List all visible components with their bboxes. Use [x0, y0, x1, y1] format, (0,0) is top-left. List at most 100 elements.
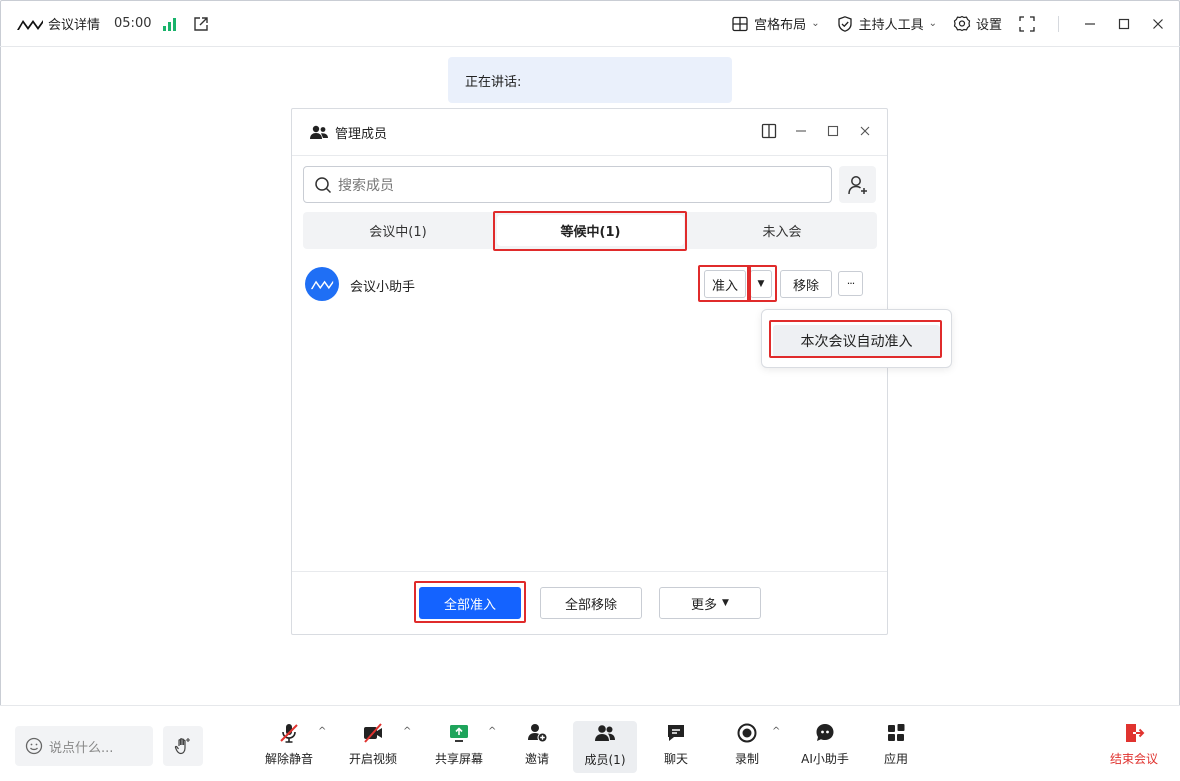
member-search-input[interactable]: 搜索成员: [303, 166, 832, 203]
chevron-up-icon[interactable]: ^: [318, 726, 326, 737]
grid-layout-icon: [732, 16, 748, 31]
emoji-icon: [25, 737, 43, 755]
exit-icon: [1125, 724, 1145, 742]
remove-button[interactable]: 移除: [780, 270, 832, 298]
invite-button[interactable]: 邀请: [517, 720, 557, 774]
assistant-logo-icon: [310, 280, 334, 290]
apps-button[interactable]: 应用: [876, 720, 916, 774]
avatar: [305, 267, 339, 301]
tab-waiting[interactable]: 等候中(1): [497, 215, 684, 246]
tool-label: 聊天: [663, 752, 688, 766]
minimize-icon: [1085, 22, 1095, 25]
gear-icon: [953, 15, 971, 31]
host-tools-button[interactable]: 主持人工具 ⌄: [836, 14, 937, 33]
share-screen-button[interactable]: 共享屏幕: [431, 720, 487, 774]
share-screen-icon: [450, 725, 468, 742]
close-window-button[interactable]: [1150, 16, 1166, 32]
meeting-toolbar: 说点什么... 解除静音 ^ 开启视频 ^ 共享屏幕 ^ 邀请 成员(1) 聊天…: [0, 705, 1180, 781]
tool-label: AI小助手: [801, 752, 849, 766]
settings-button[interactable]: 设置: [953, 14, 1002, 33]
layout-button[interactable]: 宫格布局 ⌄: [731, 14, 820, 33]
ai-assistant-icon: [816, 724, 834, 741]
host-tools-label: 主持人工具: [858, 18, 924, 33]
tool-label: 录制: [734, 752, 759, 766]
search-placeholder: 搜索成员: [338, 177, 394, 194]
caret-down-icon: ▼: [757, 279, 765, 289]
members-icon: [595, 725, 615, 741]
member-status-tabs: 会议中(1) 等候中(1) 未入会: [303, 212, 877, 249]
tab-not-joined[interactable]: 未入会: [687, 212, 877, 249]
end-meeting-label: 结束会议: [1109, 752, 1158, 766]
split-panel-icon[interactable]: [761, 123, 777, 139]
chevron-up-icon[interactable]: ^: [488, 726, 496, 737]
layout-label: 宫格布局: [754, 18, 807, 33]
minimize-icon[interactable]: [793, 123, 809, 139]
remove-all-button[interactable]: 全部移除: [540, 587, 642, 619]
tab-in-meeting[interactable]: 会议中(1): [303, 212, 493, 249]
list-item: 会议小助手 准入 ▼ 移除 ···: [303, 264, 877, 304]
title-bar: 会议详情 05:00 宫格布局 ⌄ 主持人工具 ⌄ 设置: [0, 0, 1180, 47]
chat-icon: [668, 725, 684, 741]
tool-label: 应用: [883, 752, 908, 766]
search-icon: [315, 176, 332, 193]
caret-down-icon: ▼: [722, 598, 729, 608]
meeting-details-link[interactable]: 会议详情: [48, 14, 100, 33]
apps-icon: [888, 724, 905, 741]
invite-icon: [528, 724, 547, 742]
more-button[interactable]: 更多 ▼: [659, 587, 761, 619]
dialog-controls: [761, 123, 873, 139]
maximize-window-button[interactable]: [1116, 16, 1132, 32]
settings-label: 设置: [975, 18, 1002, 33]
fullscreen-icon: [1019, 15, 1035, 32]
tool-label: 成员(1): [584, 753, 626, 767]
raise-hand-icon: [174, 738, 190, 755]
add-user-icon: [847, 175, 867, 194]
tool-label: 开启视频: [348, 752, 397, 766]
admit-all-button[interactable]: 全部准入: [419, 587, 521, 619]
end-meeting-button[interactable]: 结束会议: [1110, 720, 1158, 767]
auto-admit-menu-item[interactable]: 本次会议自动准入: [773, 325, 940, 357]
raise-hand-button[interactable]: [163, 726, 203, 766]
active-speaker-label: 正在讲话:: [465, 74, 522, 90]
shield-check-icon: [837, 15, 852, 32]
quick-chat-input[interactable]: 说点什么...: [15, 726, 153, 766]
close-icon[interactable]: [857, 123, 873, 139]
close-icon: [1153, 18, 1163, 29]
maximize-icon[interactable]: [825, 123, 841, 139]
signal-strength-icon: [163, 17, 179, 31]
unmute-button[interactable]: 解除静音: [263, 720, 315, 774]
chat-button[interactable]: 聊天: [656, 720, 696, 774]
members-icon: [310, 125, 328, 139]
tool-label: 解除静音: [264, 752, 313, 766]
fullscreen-button[interactable]: [1018, 15, 1036, 33]
chevron-up-icon[interactable]: ^: [772, 726, 780, 737]
video-off-icon: [364, 723, 382, 743]
record-icon: [737, 723, 757, 743]
admit-options-dropdown[interactable]: ▼: [750, 270, 772, 298]
members-button[interactable]: 成员(1): [573, 721, 637, 773]
admit-options-menu: 本次会议自动准入: [761, 309, 952, 368]
dialog-divider: [292, 155, 887, 156]
member-name: 会议小助手: [350, 280, 416, 295]
record-button[interactable]: 录制: [727, 720, 767, 774]
mic-muted-icon: [280, 724, 298, 743]
app-logo-icon: [17, 19, 43, 30]
meeting-timer: 05:00: [114, 16, 152, 31]
more-button-label: 更多: [691, 597, 718, 613]
toolbar-divider: [1058, 15, 1059, 32]
chevron-up-icon[interactable]: ^: [403, 726, 411, 737]
ai-assistant-button[interactable]: AI小助手: [795, 720, 855, 774]
footer-divider: [292, 571, 887, 572]
add-member-button[interactable]: [839, 166, 876, 203]
dialog-title: 管理成员: [335, 126, 388, 142]
external-window-icon[interactable]: [193, 16, 209, 32]
more-options-button[interactable]: ···: [838, 271, 863, 296]
start-video-button[interactable]: 开启视频: [346, 720, 400, 774]
manage-members-dialog: 管理成员 搜索成员 会议中(1) 等候中(1) 未入会 会议小助手 准入 ▼ 移…: [291, 108, 888, 635]
chat-placeholder: 说点什么...: [49, 740, 114, 756]
minimize-window-button[interactable]: [1082, 16, 1098, 32]
tool-label: 邀请: [524, 752, 549, 766]
admit-button[interactable]: 准入: [704, 270, 746, 298]
active-speaker-banner: 正在讲话:: [448, 57, 732, 103]
maximize-icon: [1118, 18, 1130, 29]
